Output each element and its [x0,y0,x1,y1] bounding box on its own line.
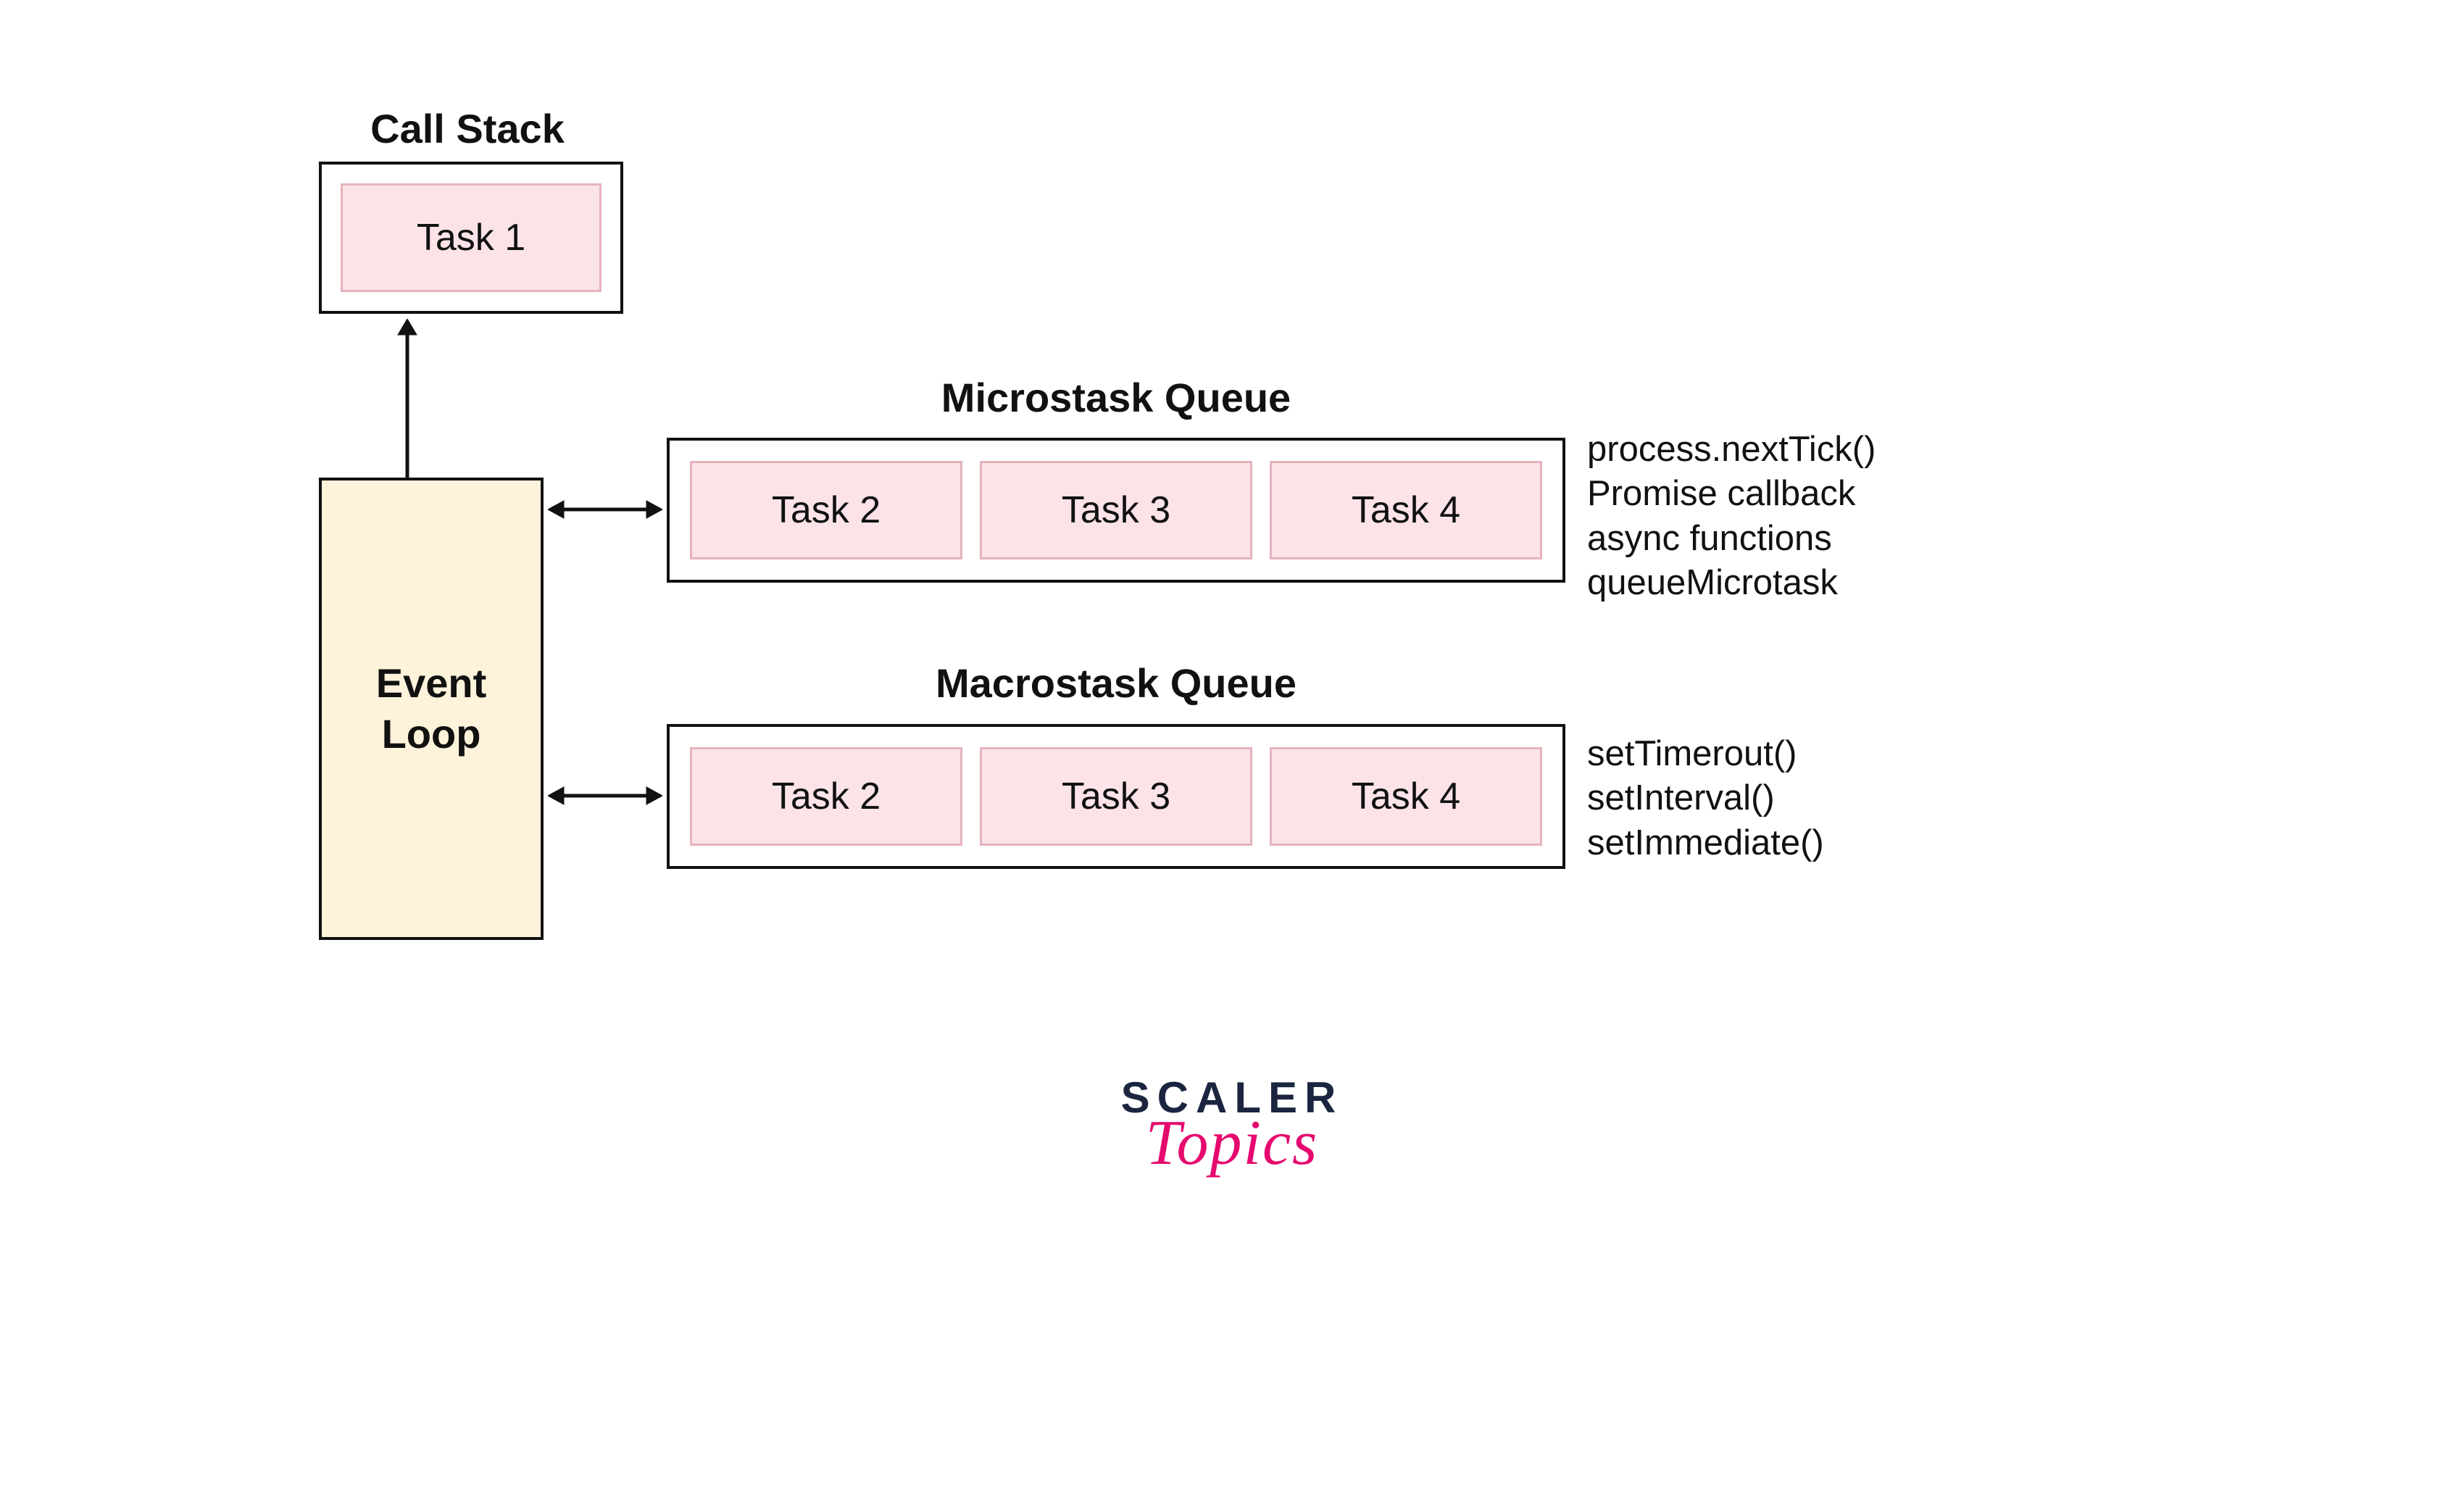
logo-topics-text: Topics [1121,1107,1344,1180]
callstack-title: Call Stack [319,105,616,152]
macrotask-task-3: Task 4 [1270,747,1542,846]
macrotask-desc-line: setInterval() [1587,776,1824,820]
arrow-double-macrotask-icon [548,785,662,807]
macrotask-desc: setTimerout() setInterval() setImmediate… [1587,732,1824,865]
arrow-double-microtask-icon [548,499,662,520]
microtask-queue-title: Microstask Queue [667,374,1565,421]
event-loop-label: Event Loop [376,658,487,759]
macrotask-desc-line: setImmediate() [1587,821,1824,865]
microtask-task-2: Task 3 [980,461,1252,559]
scaler-logo: SCALER Topics [1121,1073,1344,1180]
microtask-desc-line: async functions [1587,517,1876,561]
macrotask-desc-line: setTimerout() [1587,732,1824,776]
microtask-desc-line: queueMicrotask [1587,561,1876,605]
microtask-desc: process.nextTick() Promise callback asyn… [1587,428,1876,605]
microtask-queue-box: Task 2 Task 3 Task 4 [667,438,1565,583]
macrotask-queue-box: Task 2 Task 3 Task 4 [667,724,1565,869]
event-loop-box: Event Loop [319,478,544,940]
callstack-box: Task 1 [319,162,623,314]
arrow-up-icon [396,319,418,478]
macrotask-task-1: Task 2 [690,747,962,846]
microtask-task-1: Task 2 [690,461,962,559]
macrotask-task-2: Task 3 [980,747,1252,846]
event-loop-diagram: Call Stack Task 1 Event Loop Microstask … [0,0,2464,1490]
microtask-desc-line: process.nextTick() [1587,428,1876,472]
microtask-desc-line: Promise callback [1587,472,1876,516]
macrotask-queue-title: Macrostask Queue [667,659,1565,707]
microtask-task-3: Task 4 [1270,461,1542,559]
callstack-task-1: Task 1 [341,183,602,292]
